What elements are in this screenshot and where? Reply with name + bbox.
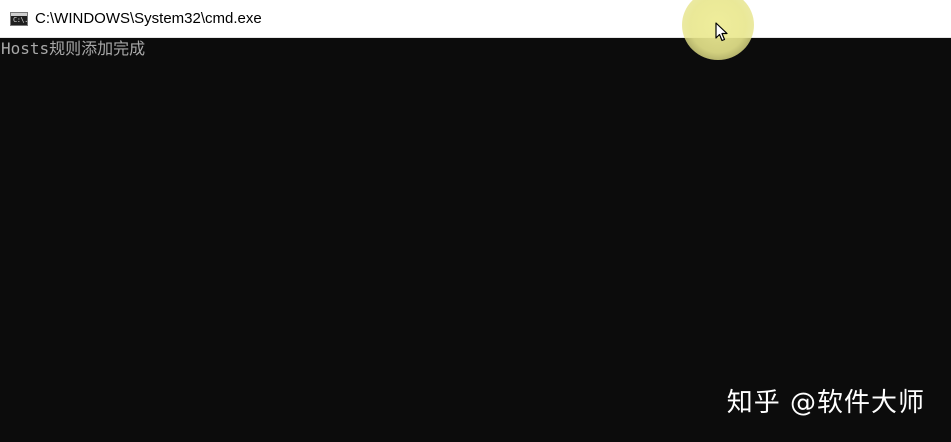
console-line: Hosts规则添加完成: [1, 39, 146, 58]
cmd-icon-glyph: C:\.: [13, 16, 28, 24]
cmd-window: C:\. C:\WINDOWS\System32\cmd.exe Hosts规则…: [0, 0, 951, 442]
console-output-area[interactable]: Hosts规则添加完成: [0, 38, 951, 442]
cmd-console-icon[interactable]: C:\.: [10, 12, 28, 26]
watermark-text: 知乎 @软件大师: [726, 388, 925, 418]
window-title: C:\WINDOWS\System32\cmd.exe: [35, 10, 262, 27]
title-bar[interactable]: C:\. C:\WINDOWS\System32\cmd.exe: [0, 0, 951, 38]
mouse-pointer-icon: [715, 22, 728, 42]
